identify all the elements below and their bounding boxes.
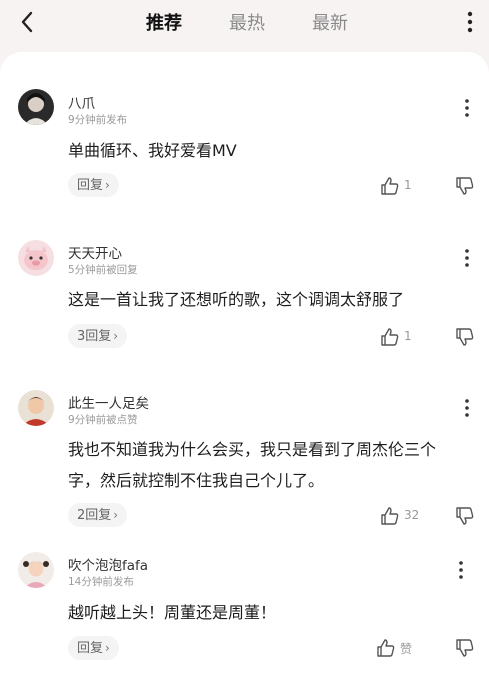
like-count: 1 [404,178,412,192]
avatar[interactable] [18,240,54,276]
chevron-right-icon: › [105,178,110,192]
chevron-right-icon: › [105,641,110,655]
comment-meta: 5分钟前被回复 [68,264,138,276]
sort-tabs: 推荐 最热 最新 [0,0,489,44]
comment-more-icon[interactable] [463,398,471,418]
reply-button[interactable]: 3回复 › [68,324,128,348]
avatar[interactable] [18,390,54,426]
username[interactable]: 八爪 [68,92,95,112]
like-count: 32 [404,508,420,522]
comment-meta: 9分钟前发布 [68,114,128,126]
reply-label: 回复 [77,178,104,193]
avatar[interactable] [18,552,54,588]
reply-button[interactable]: 回复 › [68,636,119,660]
avatar[interactable] [18,89,54,125]
comment-meta: 14分钟前发布 [68,576,134,588]
comment-meta: 9分钟前被点赞 [68,414,138,426]
thumb-up-icon[interactable] [380,506,400,526]
thumb-down-icon[interactable] [455,327,475,347]
thumb-down-icon[interactable] [455,638,475,658]
like-count: 赞 [400,642,413,656]
like-count: 1 [404,329,412,343]
thumb-up-icon[interactable] [380,327,400,347]
comment-sheet: 八爪 9分钟前发布 单曲循环、我好爱看MV 回复 › 1 天天开心 5分钟前被回复 [0,52,489,681]
thumb-up-icon[interactable] [380,176,400,196]
tab-hottest[interactable]: 最热 [229,9,265,35]
more-options-icon[interactable] [463,10,477,34]
reply-button[interactable]: 2回复 › [68,503,128,527]
comment-text: 单曲循环、我好爱看MV [68,141,237,160]
thumb-down-icon[interactable] [455,176,475,196]
username[interactable]: 吹个泡泡fafa [68,554,148,574]
comment-text: 越听越上头！周董还是周董！ [68,603,277,622]
comment-more-icon[interactable] [463,248,471,268]
tab-recommended[interactable]: 推荐 [146,9,182,35]
reply-label: 回复 [77,641,104,656]
reply-label: 2回复 [77,508,112,523]
chevron-right-icon: › [113,508,119,522]
username[interactable]: 此生一人足矣 [68,392,149,412]
tab-newest[interactable]: 最新 [312,9,348,35]
comment-text: 我也不知道我为什么会买，我只是看到了周杰伦三个字，然后就控制不住我自己个儿了。 [68,440,437,490]
comment-more-icon[interactable] [463,98,471,118]
top-bar: 推荐 最热 最新 [0,0,489,44]
reply-button[interactable]: 回复 › [68,173,119,197]
thumb-up-icon[interactable] [376,638,396,658]
username[interactable]: 天天开心 [68,242,122,262]
thumb-down-icon[interactable] [455,506,475,526]
comment-more-icon[interactable] [457,560,465,580]
comment-text: 这是一首让我了还想听的歌，这个调调太舒服了 [68,290,405,309]
chevron-right-icon: › [113,329,119,343]
reply-label: 3回复 [77,329,112,344]
